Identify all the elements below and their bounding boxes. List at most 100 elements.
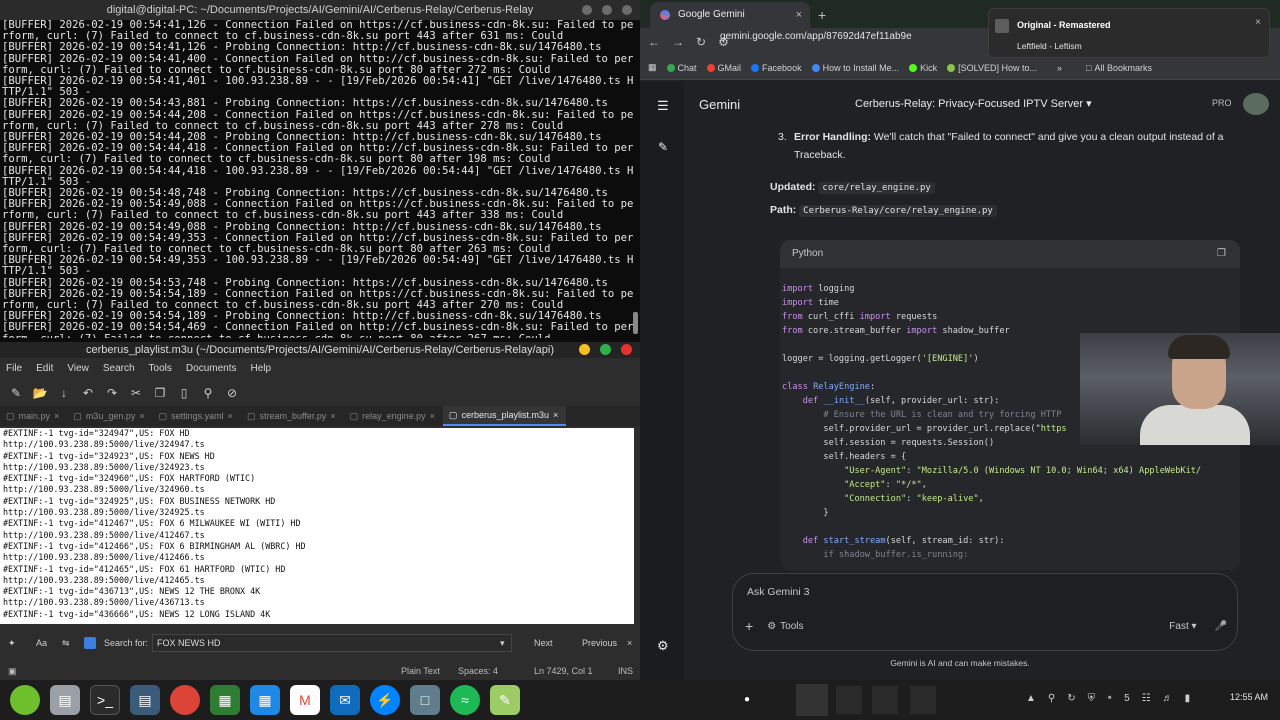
terminal-scrollbar[interactable]: [633, 312, 638, 334]
add-icon[interactable]: +: [745, 618, 753, 634]
undo-icon[interactable]: ↶: [80, 386, 96, 400]
shield-icon[interactable]: ⛨: [1088, 693, 1096, 704]
font-case-icon[interactable]: Aa: [36, 638, 47, 648]
copy-icon[interactable]: ❐: [152, 386, 168, 400]
music-notification[interactable]: Original - Remastered Leftfield - Leftis…: [988, 8, 1270, 58]
forward-icon[interactable]: →: [672, 35, 684, 49]
close-icon[interactable]: ×: [796, 2, 802, 28]
terminal-output[interactable]: [BUFFER] 2026-02-19 00:54:41,126 - Conne…: [0, 20, 640, 338]
maximize-button[interactable]: [600, 344, 611, 355]
search-input[interactable]: FOX NEWS HD: [152, 634, 512, 652]
close-button[interactable]: [622, 5, 632, 15]
text-editor-window[interactable]: cerberus_playlist.m3u (~/Documents/Proje…: [0, 342, 640, 680]
language-selector[interactable]: Plain Text: [401, 662, 440, 680]
menu-view[interactable]: View: [67, 360, 89, 378]
redo-icon[interactable]: ↷: [104, 386, 120, 400]
new-file-icon[interactable]: ✎: [8, 386, 24, 400]
address-bar[interactable]: gemini.google.com/app/87692d47ef11ab9e: [720, 31, 912, 42]
maximize-button[interactable]: [602, 5, 612, 15]
outlook-icon[interactable]: ✉: [330, 685, 360, 715]
minimize-button[interactable]: [579, 344, 590, 355]
apps-icon[interactable]: ▦: [648, 62, 657, 73]
close-icon[interactable]: ×: [228, 406, 233, 426]
messenger-icon[interactable]: ⚡: [370, 685, 400, 715]
reload-icon[interactable]: ↻: [696, 35, 706, 49]
start-menu-icon[interactable]: [10, 685, 40, 715]
menu-file[interactable]: File: [6, 360, 22, 378]
search-icon[interactable]: ⚲: [200, 386, 216, 400]
text-editor-icon[interactable]: ✎: [490, 685, 520, 715]
spotify-icon[interactable]: ≈: [450, 685, 480, 715]
terminal-window[interactable]: digital@digital-PC: ~/Documents/Projects…: [0, 0, 640, 342]
chevron-right-icon[interactable]: »: [1057, 63, 1062, 73]
tab-relay-engine-py[interactable]: ▢ relay_engine.py ×: [344, 406, 443, 426]
highlight-toggle-icon[interactable]: [84, 637, 96, 649]
regex-icon[interactable]: ⇋: [62, 638, 70, 649]
menu-search[interactable]: Search: [103, 360, 135, 378]
next-button[interactable]: Next: [534, 638, 553, 648]
bookmark-gmail[interactable]: GMail: [706, 63, 741, 73]
indent-selector[interactable]: Spaces: 4: [458, 662, 498, 680]
back-icon[interactable]: ←: [648, 35, 660, 49]
menu-icon[interactable]: ☰: [657, 98, 669, 114]
match-case-icon[interactable]: ✦: [8, 638, 16, 649]
new-tab-icon[interactable]: +: [818, 2, 826, 28]
close-icon[interactable]: ×: [54, 406, 59, 426]
file-manager-icon[interactable]: ▤: [50, 685, 80, 715]
copy-icon[interactable]: ❐: [1217, 240, 1226, 268]
bookmark-solved[interactable]: [SOLVED] How to...: [947, 63, 1037, 73]
gmail-icon[interactable]: M: [290, 685, 320, 715]
bookmark-how-to-install[interactable]: How to Install Me...: [811, 63, 899, 73]
close-icon[interactable]: ×: [627, 638, 632, 648]
bookmark-chat[interactable]: Chat: [666, 63, 697, 73]
close-icon[interactable]: ×: [139, 406, 144, 426]
workspace-indicator-icon[interactable]: ●: [744, 694, 750, 705]
bookmark-kick[interactable]: Kick: [909, 63, 937, 73]
battery-icon[interactable]: ▮: [1185, 693, 1191, 704]
tab-stream-buffer-py[interactable]: ▢ stream_buffer.py ×: [241, 406, 344, 426]
calendar-icon[interactable]: ▦: [250, 685, 280, 715]
save-icon[interactable]: ↓: [56, 386, 72, 400]
mode-selector[interactable]: Fast ▾: [1169, 621, 1196, 632]
clock[interactable]: 12:55 AM: [1230, 692, 1268, 702]
cut-icon[interactable]: ✂: [128, 386, 144, 400]
tab-main-py[interactable]: ▢ main.py ×: [0, 406, 67, 426]
bluetooth-icon[interactable]: ⁌: [1107, 693, 1112, 704]
vpn-icon[interactable]: ⚲: [1048, 693, 1055, 704]
avatar[interactable]: [1243, 93, 1269, 115]
prompt-input[interactable]: Ask Gemini 3: [747, 586, 809, 598]
editor-text-area[interactable]: #EXTINF:-1 tvg-id="324947",US: FOX HD htt…: [0, 428, 634, 624]
conversation-title[interactable]: Cerberus-Relay: Privacy-Focused IPTV Ser…: [855, 97, 1092, 110]
bookmark-facebook[interactable]: Facebook: [751, 63, 802, 73]
menu-tools[interactable]: Tools: [149, 360, 172, 378]
new-chat-icon[interactable]: ✎: [658, 140, 668, 154]
close-icon[interactable]: ×: [430, 406, 435, 426]
close-icon[interactable]: ×: [330, 406, 335, 426]
open-folder-icon[interactable]: 📂: [32, 386, 48, 400]
terminal-icon[interactable]: >_: [90, 685, 120, 715]
taskbar-terminal-window-2[interactable]: [872, 686, 898, 714]
close-icon[interactable]: ×: [1255, 17, 1261, 28]
menu-help[interactable]: Help: [250, 360, 271, 378]
tab-cerberus-playlist-m3u[interactable]: ▢ cerberus_playlist.m3u ×: [442, 405, 567, 426]
tools-button[interactable]: Tools: [780, 621, 803, 632]
paste-icon[interactable]: ▯: [176, 386, 192, 400]
network-icon[interactable]: ☷: [1142, 693, 1151, 704]
gear-icon[interactable]: ⚙: [657, 638, 669, 654]
tools-icon[interactable]: ⚙: [767, 621, 776, 632]
browser-window[interactable]: Google Gemini × + ← → ↻ ⚙ gemini.google.…: [640, 0, 1280, 680]
terminal-window-controls[interactable]: [582, 5, 632, 15]
close-icon[interactable]: ×: [553, 405, 558, 425]
minimize-button[interactable]: [582, 5, 592, 15]
chrome-icon[interactable]: [170, 685, 200, 715]
browser-tab-gemini[interactable]: Google Gemini ×: [650, 2, 810, 28]
volume-icon[interactable]: ♬: [1163, 693, 1173, 704]
microphone-icon[interactable]: 🎤: [1215, 621, 1227, 632]
system-monitor-icon[interactable]: ▤: [130, 685, 160, 715]
taskbar-chrome-window[interactable]: [836, 686, 862, 714]
app-tray-icon[interactable]: ▲: [1026, 693, 1036, 704]
menu-documents[interactable]: Documents: [186, 360, 237, 378]
tab-settings-yaml[interactable]: ▢ settings.yaml ×: [153, 406, 241, 426]
previous-button[interactable]: Previous: [582, 638, 617, 648]
taskbar-spotify-window[interactable]: [910, 686, 936, 714]
